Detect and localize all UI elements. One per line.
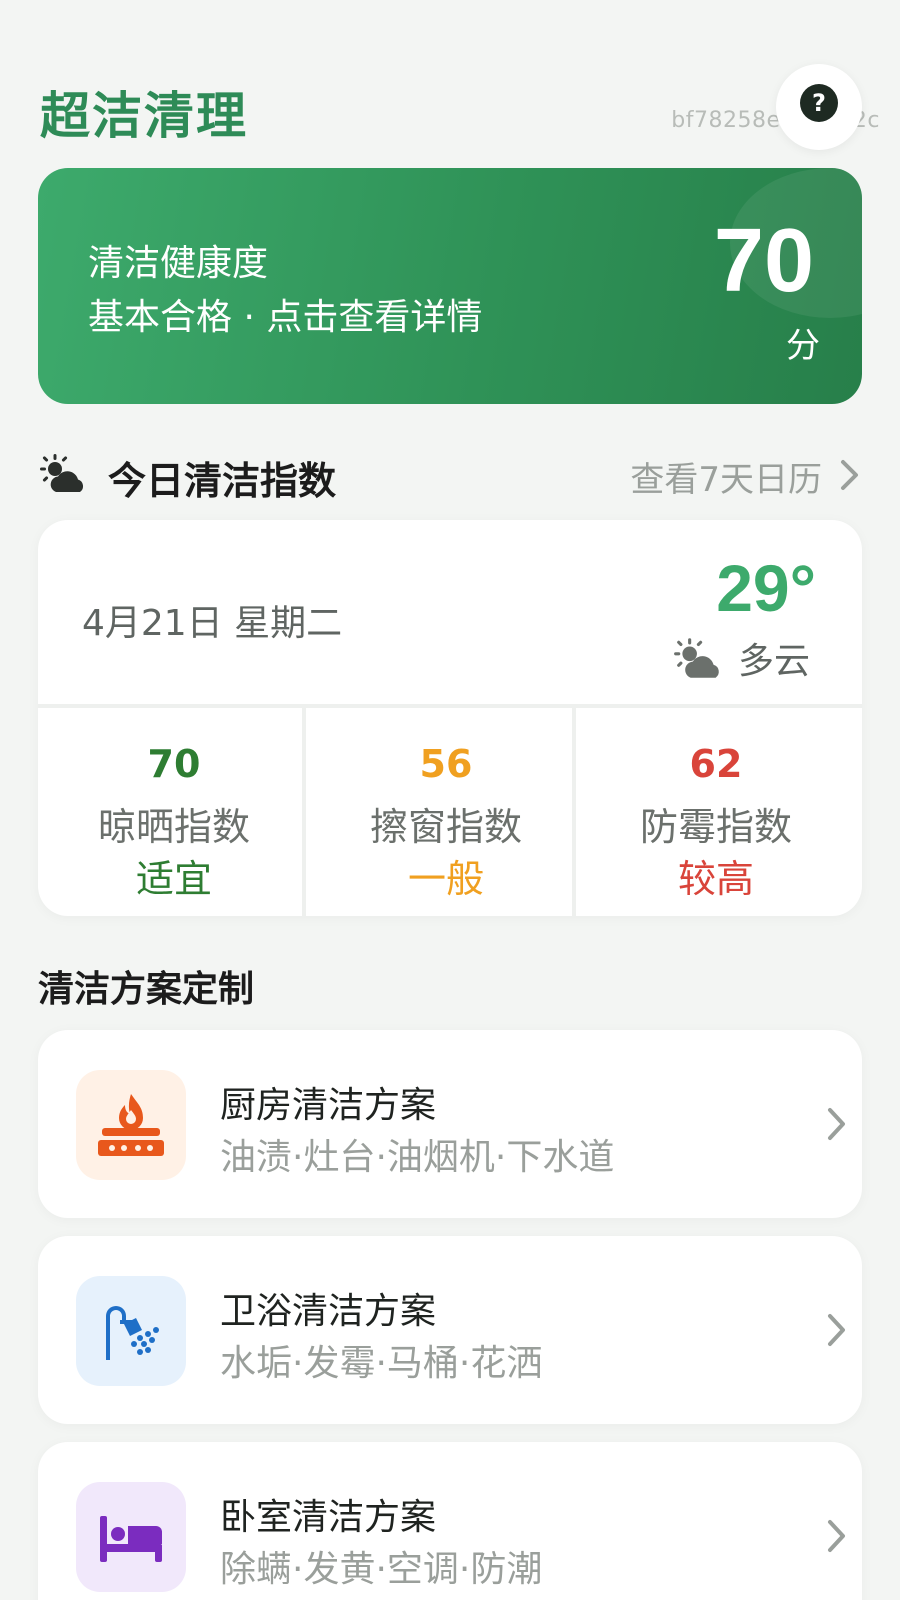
partly-cloudy-icon [40, 454, 84, 492]
index-name: 晾晒指数 [97, 805, 250, 849]
chevron-right-icon [828, 1314, 845, 1346]
plan-subtitle: 油渍·灶台·油烟机·下水道 [220, 1137, 615, 1178]
index-level: 一般 [407, 857, 484, 901]
chevron-right-icon[interactable] [838, 456, 862, 494]
plan-icon-tile [76, 1276, 186, 1386]
bathroom-plan-card[interactable]: 卫浴清洁方案 水垢·发霉·马桶·花洒 [38, 1236, 862, 1424]
health-score-unit: 分 [786, 326, 820, 366]
weather-card: 4月21日 星期二 29° 多云 70 晾晒指数 适宜 56 擦窗指数 一般 6… [38, 520, 862, 916]
index-name: 擦窗指数 [369, 805, 522, 849]
bed-icon [100, 1516, 162, 1562]
health-score-banner[interactable]: 清洁健康度 基本合格 · 点击查看详情 70 分 [38, 168, 862, 404]
partly-cloudy-icon [674, 638, 719, 678]
plan-section-title: 清洁方案定制 [38, 969, 255, 1010]
health-label: 清洁健康度 [88, 243, 269, 284]
mold-prevention-index: 62 防霉指数 较高 [580, 708, 852, 916]
plan-title: 厨房清洁方案 [220, 1085, 437, 1126]
divider [572, 708, 576, 916]
index-level: 适宜 [135, 857, 212, 901]
window-cleaning-index: 56 擦窗指数 一般 [310, 708, 582, 916]
app-screen: 超洁清理 bf78258e9dd312c ? 清洁健康度 基本合格 · 点击查看… [0, 0, 900, 1600]
plan-icon-tile [76, 1070, 186, 1180]
health-score: 70 [713, 211, 814, 311]
weather-condition: 多云 [738, 641, 811, 682]
index-level: 较高 [677, 857, 754, 901]
health-subtitle: 基本合格 · 点击查看详情 [88, 297, 483, 338]
index-name: 防霉指数 [639, 805, 792, 849]
seven-day-calendar-link[interactable]: 查看7天日历 [630, 452, 822, 501]
kitchen-plan-card[interactable]: 厨房清洁方案 油渍·灶台·油烟机·下水道 [38, 1030, 862, 1218]
today-index-header: 今日清洁指数 查看7天日历 [38, 448, 862, 503]
plan-icon-tile [76, 1482, 186, 1592]
help-icon: ? [800, 84, 838, 122]
drying-index: 70 晾晒指数 适宜 [38, 708, 310, 916]
today-index-title: 今日清洁指数 [108, 459, 337, 503]
app-title: 超洁清理 [40, 87, 248, 145]
plan-title: 卧室清洁方案 [220, 1497, 437, 1538]
divider [302, 708, 306, 916]
chevron-right-icon [828, 1108, 845, 1140]
bedroom-plan-card[interactable]: 卧室清洁方案 除螨·发黄·空调·防潮 [38, 1442, 862, 1600]
plan-subtitle: 水垢·发霉·马桶·花洒 [220, 1343, 543, 1384]
help-button[interactable]: ? [776, 64, 862, 150]
index-value: 62 [689, 742, 743, 786]
plan-subtitle: 除螨·发黄·空调·防潮 [220, 1549, 543, 1590]
index-value: 56 [419, 742, 473, 786]
chevron-right-icon [828, 1520, 845, 1552]
shower-icon [106, 1306, 159, 1360]
weather-date: 4月21日 星期二 [82, 603, 343, 644]
index-value: 70 [147, 742, 201, 786]
weather-temperature: 29° [716, 551, 816, 625]
plan-title: 卫浴清洁方案 [220, 1291, 437, 1332]
stove-icon [98, 1094, 164, 1156]
